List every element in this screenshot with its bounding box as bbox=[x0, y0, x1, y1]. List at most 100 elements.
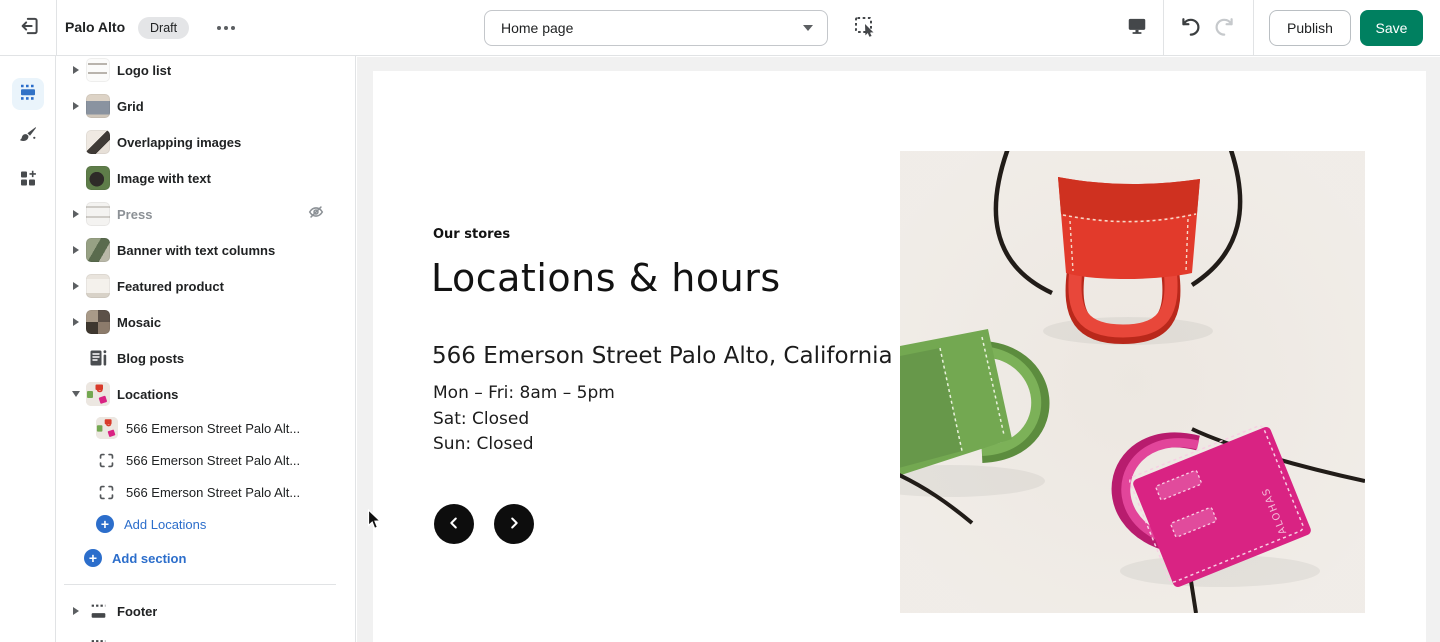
caret-right-icon[interactable] bbox=[73, 282, 79, 290]
exit-editor-button[interactable] bbox=[14, 12, 46, 44]
locations-eyebrow: Our stores bbox=[433, 227, 510, 242]
sections-panel: Logo list Grid Overlapping images Image … bbox=[56, 56, 356, 642]
section-label: Locations bbox=[117, 387, 178, 402]
section-label: Blog posts bbox=[117, 351, 184, 366]
section-picker-button[interactable] bbox=[849, 13, 881, 43]
rail-sections-button[interactable] bbox=[12, 78, 44, 110]
chevron-right-icon bbox=[507, 516, 521, 533]
block-label: 566 Emerson Street Palo Alt... bbox=[126, 485, 300, 500]
rail-theme-settings-button[interactable] bbox=[12, 121, 44, 153]
page-selector-value: Home page bbox=[501, 20, 573, 36]
section-label: Overlapping images bbox=[117, 135, 241, 150]
topbar-divider bbox=[1163, 0, 1164, 56]
section-label: Logo list bbox=[117, 63, 171, 78]
topbar-divider bbox=[56, 0, 57, 56]
plus-circle-icon: + bbox=[84, 549, 102, 567]
chevron-down-icon bbox=[803, 25, 813, 31]
block-thumbnail bbox=[96, 417, 118, 439]
topbar: Palo Alto Draft Home page bbox=[0, 0, 1440, 56]
apps-icon bbox=[17, 167, 39, 194]
section-thumbnail bbox=[86, 310, 110, 334]
section-thumbnail bbox=[86, 130, 110, 154]
locations-heading: Locations & hours bbox=[431, 256, 781, 300]
preview-area: Our stores Locations & hours 566 Emerson… bbox=[357, 57, 1440, 642]
paintbrush-icon bbox=[17, 124, 39, 151]
theme-editor: Palo Alto Draft Home page bbox=[0, 0, 1440, 642]
block-label: 566 Emerson Street Palo Alt... bbox=[126, 453, 300, 468]
section-thumbnail bbox=[86, 166, 110, 190]
storefront-canvas[interactable]: Our stores Locations & hours 566 Emerson… bbox=[373, 71, 1426, 642]
section-thumbnail bbox=[86, 202, 110, 226]
caret-right-icon[interactable] bbox=[73, 210, 79, 218]
desktop-icon bbox=[1126, 15, 1148, 42]
section-row-featured-product[interactable]: Featured product bbox=[56, 268, 355, 304]
eye-off-icon[interactable] bbox=[307, 203, 325, 226]
section-row-grid[interactable]: Grid bbox=[56, 88, 355, 124]
redo-button[interactable] bbox=[1212, 14, 1240, 42]
more-actions-button[interactable] bbox=[211, 16, 241, 40]
footer-icon bbox=[86, 599, 110, 623]
section-row-popups[interactable]: Popups bbox=[56, 629, 355, 642]
block-label: 566 Emerson Street Palo Alt... bbox=[126, 421, 300, 436]
section-thumbnail bbox=[86, 58, 110, 82]
section-label: Banner with text columns bbox=[117, 243, 275, 258]
add-section-button[interactable]: + Add section bbox=[56, 540, 355, 576]
caret-right-icon[interactable] bbox=[73, 66, 79, 74]
store-address: 566 Emerson Street Palo Alto, California bbox=[432, 343, 893, 369]
store-hours: Mon – Fri: 8am – 5pm Sat: Closed Sun: Cl… bbox=[433, 381, 615, 458]
undo-button[interactable] bbox=[1175, 14, 1203, 42]
undo-icon bbox=[1177, 14, 1201, 43]
section-label: Press bbox=[117, 207, 152, 222]
placeholder-frame-icon bbox=[96, 450, 116, 470]
section-label: Mosaic bbox=[117, 315, 161, 330]
chevron-left-icon bbox=[447, 516, 461, 533]
caret-down-icon[interactable] bbox=[72, 391, 80, 397]
status-badge: Draft bbox=[138, 17, 189, 39]
theme-title: Palo Alto bbox=[65, 19, 125, 35]
section-row-blog-posts[interactable]: Blog posts bbox=[56, 340, 355, 376]
publish-button[interactable]: Publish bbox=[1269, 10, 1351, 46]
save-button[interactable]: Save bbox=[1360, 10, 1423, 46]
section-row-mosaic[interactable]: Mosaic bbox=[56, 304, 355, 340]
store-hero-image: ALOHAS bbox=[900, 151, 1365, 613]
section-row-overlapping-images[interactable]: Overlapping images bbox=[56, 124, 355, 160]
rail-app-embeds-button[interactable] bbox=[12, 164, 44, 196]
carousel-prev-button[interactable] bbox=[434, 504, 474, 544]
section-row-logo-list[interactable]: Logo list bbox=[56, 56, 355, 88]
section-label: Footer bbox=[117, 604, 157, 619]
add-section-label: Add section bbox=[112, 551, 186, 566]
editor-rail bbox=[0, 56, 56, 642]
page-selector-dropdown[interactable]: Home page bbox=[484, 10, 828, 46]
more-dots-icon bbox=[217, 26, 221, 30]
section-thumbnail bbox=[86, 94, 110, 118]
placeholder-frame-icon bbox=[96, 482, 116, 502]
carousel-next-button[interactable] bbox=[494, 504, 534, 544]
topbar-divider bbox=[1253, 0, 1254, 56]
add-locations-button[interactable]: + Add Locations bbox=[56, 508, 355, 540]
popups-icon bbox=[86, 635, 110, 642]
block-row-location-1[interactable]: 566 Emerson Street Palo Alt... bbox=[56, 412, 355, 444]
caret-right-icon[interactable] bbox=[73, 607, 79, 615]
section-row-image-with-text[interactable]: Image with text bbox=[56, 160, 355, 196]
panel-divider bbox=[64, 584, 336, 585]
hours-line: Sat: Closed bbox=[433, 407, 615, 433]
selection-tool-icon bbox=[852, 14, 878, 43]
blog-icon bbox=[86, 346, 110, 370]
hours-line: Mon – Fri: 8am – 5pm bbox=[433, 381, 615, 407]
caret-right-icon[interactable] bbox=[73, 318, 79, 326]
section-row-banner-with-text-columns[interactable]: Banner with text columns bbox=[56, 232, 355, 268]
caret-right-icon[interactable] bbox=[73, 246, 79, 254]
caret-right-icon[interactable] bbox=[73, 102, 79, 110]
plus-circle-icon: + bbox=[96, 515, 114, 533]
hours-line: Sun: Closed bbox=[433, 432, 615, 458]
section-thumbnail bbox=[86, 238, 110, 262]
exit-icon bbox=[19, 15, 41, 42]
device-preview-button[interactable] bbox=[1123, 14, 1151, 42]
section-label: Featured product bbox=[117, 279, 224, 294]
section-row-locations[interactable]: Locations bbox=[56, 376, 355, 412]
block-row-location-3[interactable]: 566 Emerson Street Palo Alt... bbox=[56, 476, 355, 508]
section-row-footer[interactable]: Footer bbox=[56, 593, 355, 629]
section-label: Grid bbox=[117, 99, 144, 114]
section-row-press[interactable]: Press bbox=[56, 196, 355, 232]
block-row-location-2[interactable]: 566 Emerson Street Palo Alt... bbox=[56, 444, 355, 476]
